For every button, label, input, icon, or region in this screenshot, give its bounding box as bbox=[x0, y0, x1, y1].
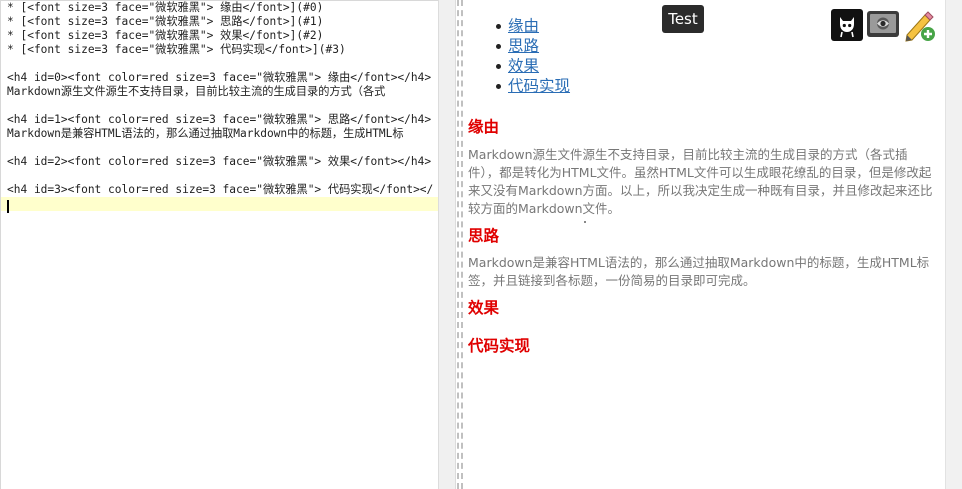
section-heading: 缘由 bbox=[468, 118, 500, 136]
text-cursor bbox=[7, 200, 9, 213]
toc-item: 代码实现 bbox=[495, 76, 570, 96]
toc-item: 效果 bbox=[495, 56, 570, 76]
editor-line[interactable]: Markdown是兼容HTML语法的，那么通过抽取Markdown中的标题，生成… bbox=[1, 127, 438, 141]
editor-line[interactable]: * [<font size=3 face="微软雅黑"> 缘由</font>](… bbox=[1, 1, 438, 15]
markdown-preview: 缘由 思路 效果 代码实现 缘由 Markdown源生文件源生不支持目录，目前比… bbox=[463, 0, 945, 489]
table-of-contents: 缘由 思路 效果 代码实现 bbox=[495, 16, 570, 96]
editor-line[interactable]: * [<font size=3 face="微软雅黑"> 代码实现</font>… bbox=[1, 43, 438, 57]
toc-item: 缘由 bbox=[495, 16, 570, 36]
section-heading: 代码实现 bbox=[468, 337, 531, 355]
toc-link-3[interactable]: 代码实现 bbox=[508, 77, 570, 95]
toc-item: 思路 bbox=[495, 36, 570, 56]
editor-line[interactable]: <h4 id=1><font color=red size=3 face="微软… bbox=[1, 113, 438, 127]
editor-line[interactable] bbox=[1, 99, 438, 113]
editor-line[interactable]: * [<font size=3 face="微软雅黑"> 效果</font>](… bbox=[1, 29, 438, 43]
editor-line[interactable] bbox=[1, 57, 438, 71]
preview-monitor-icon[interactable] bbox=[867, 9, 899, 41]
editor-line[interactable]: <h4 id=2><font color=red size=3 face="微软… bbox=[1, 155, 438, 169]
editor-line[interactable] bbox=[1, 169, 438, 183]
edit-pencil-icon[interactable] bbox=[903, 9, 935, 42]
editor-line[interactable] bbox=[1, 141, 438, 155]
editor-active-line[interactable] bbox=[1, 197, 438, 211]
section-paragraph: Markdown是兼容HTML语法的，那么通过抽取Markdown中的标题，生成… bbox=[468, 255, 930, 288]
preview-scrollbar[interactable] bbox=[945, 0, 962, 489]
section-paragraph: Markdown源生文件源生不支持目录，目前比较主流的生成目录的方式（各式插件）… bbox=[468, 147, 933, 216]
editor-line[interactable]: * [<font size=3 face="微软雅黑"> 思路</font>](… bbox=[1, 15, 438, 29]
editor-line[interactable]: <h4 id=0><font color=red size=3 face="微软… bbox=[1, 71, 438, 85]
section-heading: 思路 bbox=[468, 227, 500, 245]
editor-scrollbar[interactable] bbox=[438, 0, 456, 489]
toc-link-0[interactable]: 缘由 bbox=[508, 17, 539, 35]
markdown-editor[interactable]: * [<font size=3 face="微软雅黑"> 缘由</font>](… bbox=[0, 0, 438, 489]
toc-link-2[interactable]: 效果 bbox=[508, 57, 539, 75]
stray-dot bbox=[584, 221, 586, 223]
tooltip: Test bbox=[662, 5, 704, 33]
github-icon[interactable] bbox=[831, 9, 863, 41]
editor-line[interactable]: <h4 id=3><font color=red size=3 face="微软… bbox=[1, 183, 438, 197]
section-heading: 效果 bbox=[468, 299, 500, 317]
toc-link-1[interactable]: 思路 bbox=[508, 37, 539, 55]
editor-line[interactable]: Markdown源生文件源生不支持目录，目前比较主流的生成目录的方式（各式 bbox=[1, 85, 438, 99]
